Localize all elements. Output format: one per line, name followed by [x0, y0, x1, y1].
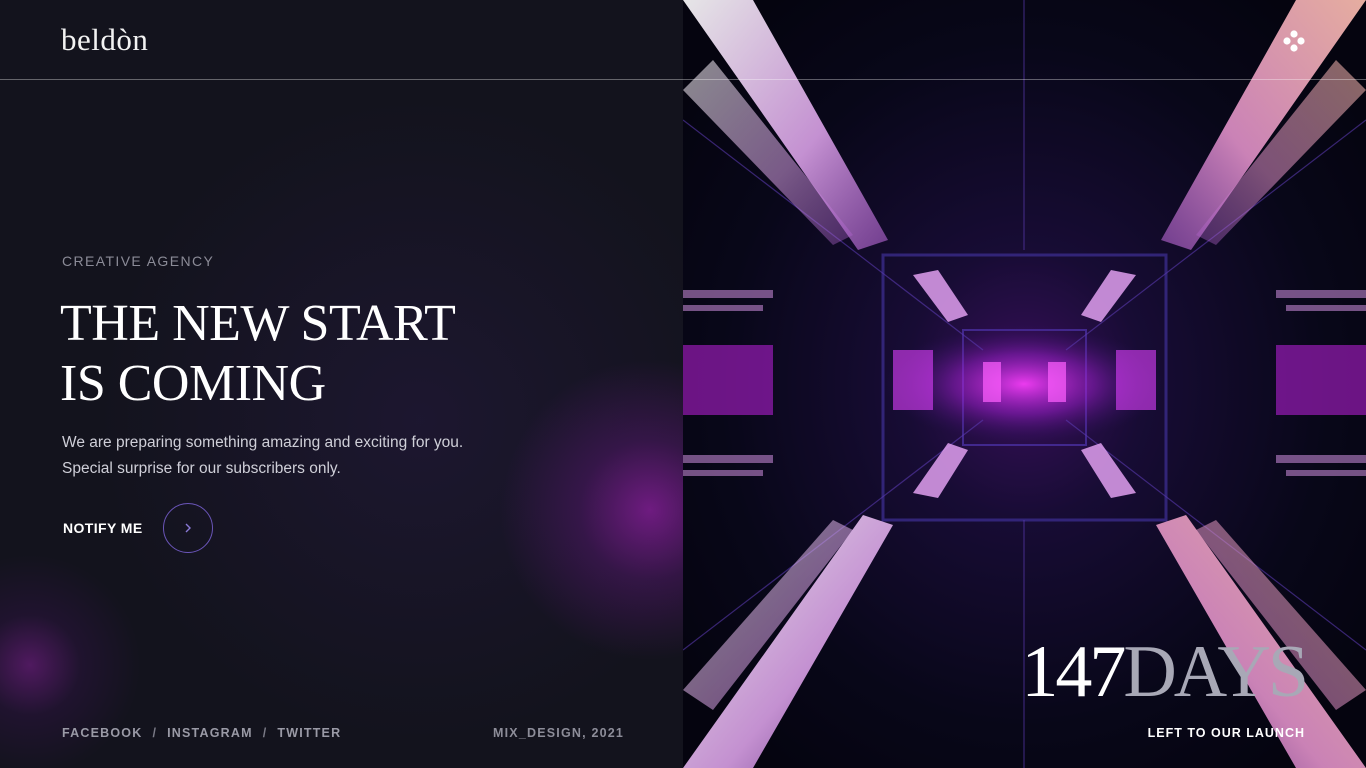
description-line-2: Special surprise for our subscribers onl… — [62, 459, 341, 477]
description: We are preparing something amazing and e… — [62, 430, 463, 481]
notify-me-button[interactable]: NOTIFY ME — [63, 502, 213, 554]
dots-grid-icon[interactable] — [1282, 29, 1306, 53]
countdown-unit: DAYS — [1123, 631, 1309, 713]
title-line-1: THE NEW START — [60, 295, 456, 352]
notify-me-label: NOTIFY ME — [63, 520, 143, 536]
notify-arrow-button[interactable] — [162, 503, 213, 553]
social-separator: / — [152, 726, 158, 740]
facebook-link[interactable]: FACEBOOK — [62, 726, 142, 740]
header-divider — [0, 79, 1366, 80]
brand-logo[interactable]: beldòn — [61, 22, 148, 58]
credit-text: MIX_DESIGN, 2021 — [493, 726, 625, 740]
countdown-caption: LEFT TO OUR LAUNCH — [1147, 726, 1305, 740]
chevron-right-icon — [185, 523, 191, 533]
description-line-1: We are preparing something amazing and e… — [62, 434, 464, 451]
twitter-link[interactable]: TWITTER — [277, 726, 341, 740]
eyebrow-text: CREATIVE AGENCY — [62, 253, 215, 269]
hero-image-panel: 147DAYS LEFT TO OUR LAUNCH — [683, 0, 1366, 768]
countdown-number: 147 — [1021, 631, 1126, 713]
title-line-2: IS COMING — [60, 355, 326, 412]
page-title: THE NEW START IS COMING — [60, 294, 456, 414]
social-links: FACEBOOK / INSTAGRAM / TWITTER — [62, 726, 341, 740]
social-separator: / — [262, 726, 268, 740]
countdown-days: 147DAYS — [1021, 631, 1309, 713]
left-panel: CREATIVE AGENCY THE NEW START IS COMING … — [0, 0, 683, 768]
instagram-link[interactable]: INSTAGRAM — [167, 726, 253, 740]
